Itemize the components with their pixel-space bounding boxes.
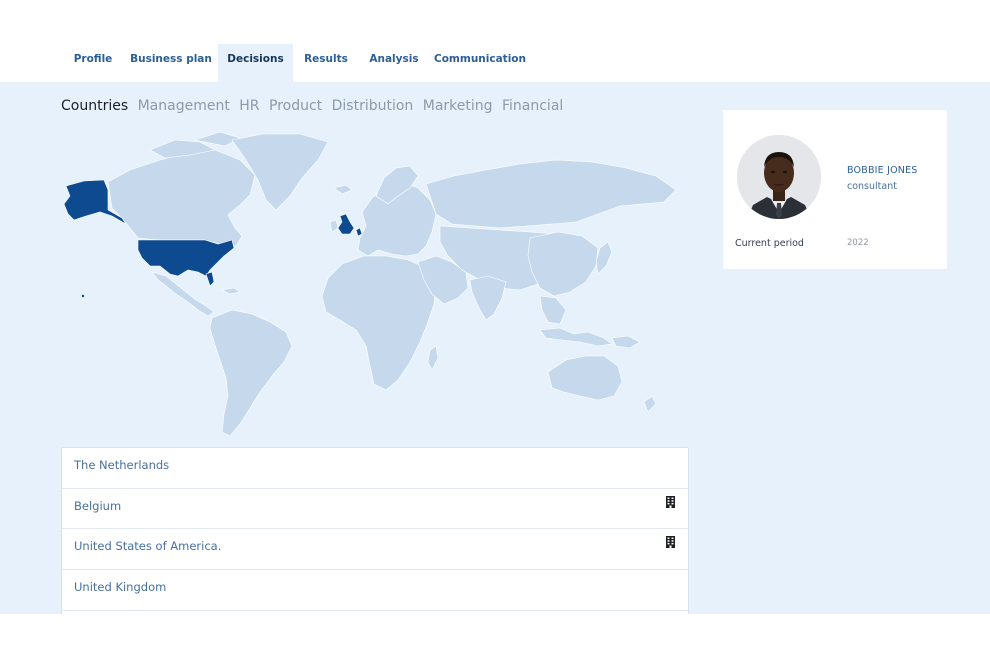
map-region-papua[interactable] [611,335,641,349]
map-region-new-zealand[interactable] [643,395,657,413]
tab-communication[interactable]: Communication [429,44,531,82]
map-region-iceland[interactable] [333,184,353,195]
country-name: Belgium [74,498,122,513]
country-name: The Netherlands [74,458,170,472]
tab-decisions[interactable]: Decisions [218,44,293,82]
subtab-marketing[interactable]: Marketing [423,98,493,114]
map-region-southeast-asia[interactable] [539,295,567,325]
list-item-country[interactable]: The Netherlands [62,448,688,489]
list-item-country[interactable]: United States of America. [62,529,688,571]
map-region-canada[interactable] [107,149,256,247]
map-region-india[interactable] [469,275,507,321]
map-region-caribbean[interactable] [221,287,241,295]
subtab-countries[interactable]: Countries [61,98,128,114]
map-country-benelux[interactable] [355,227,363,237]
map-region-mexico[interactable] [151,271,215,317]
world-map[interactable] [55,132,695,442]
map-country-usa[interactable] [137,239,235,277]
map-region-madagascar[interactable] [427,345,439,371]
map-region-russia[interactable] [425,159,677,229]
map-region-japan[interactable] [595,241,613,275]
building-icon[interactable] [666,495,675,508]
subtab-management[interactable]: Management [138,98,230,114]
map-region-ireland[interactable] [329,219,339,233]
map-region-australia[interactable] [547,355,623,401]
map-region-china[interactable] [527,231,599,297]
country-name: United States of America. [74,539,222,554]
list-item-country[interactable]: United Kingdom [62,570,688,611]
tab-business-plan[interactable]: Business plan [124,44,218,82]
map-country-usa-florida[interactable] [205,271,215,287]
map-region-africa[interactable] [321,255,437,391]
subtab-product[interactable]: Product [269,98,322,114]
map-region-south-america[interactable] [209,309,293,437]
map-country-uk[interactable] [337,213,355,235]
map-country-hawaii[interactable] [81,294,85,298]
consultant-role: consultant [847,181,897,192]
current-period-value: 2022 [847,238,869,248]
consultant-card: BOBBIE JONES consultant Current period 2… [723,110,947,269]
list-item-country[interactable]: Belgium [62,489,688,530]
country-list: The Netherlands Belgium United States of… [61,447,689,614]
tab-profile[interactable]: Profile [62,44,124,82]
top-navigation: Profile Business plan Decisions Results … [0,0,990,82]
consultant-name: BOBBIE JONES [847,165,918,176]
country-name: United Kingdom [74,580,167,595]
tab-results[interactable]: Results [293,44,359,82]
subtab-financial[interactable]: Financial [502,98,563,114]
avatar-portrait [737,135,821,219]
subtab-hr[interactable]: HR [239,98,259,114]
building-icon[interactable] [666,536,675,549]
tab-analysis[interactable]: Analysis [359,44,429,82]
map-region-indonesia[interactable] [539,327,613,347]
avatar [737,135,821,219]
current-period-label: Current period [735,238,804,249]
decisions-panel: Countries Management HR Product Distribu… [0,82,990,614]
subtab-distribution[interactable]: Distribution [332,98,414,114]
decision-subtabs: Countries Management HR Product Distribu… [61,98,568,120]
